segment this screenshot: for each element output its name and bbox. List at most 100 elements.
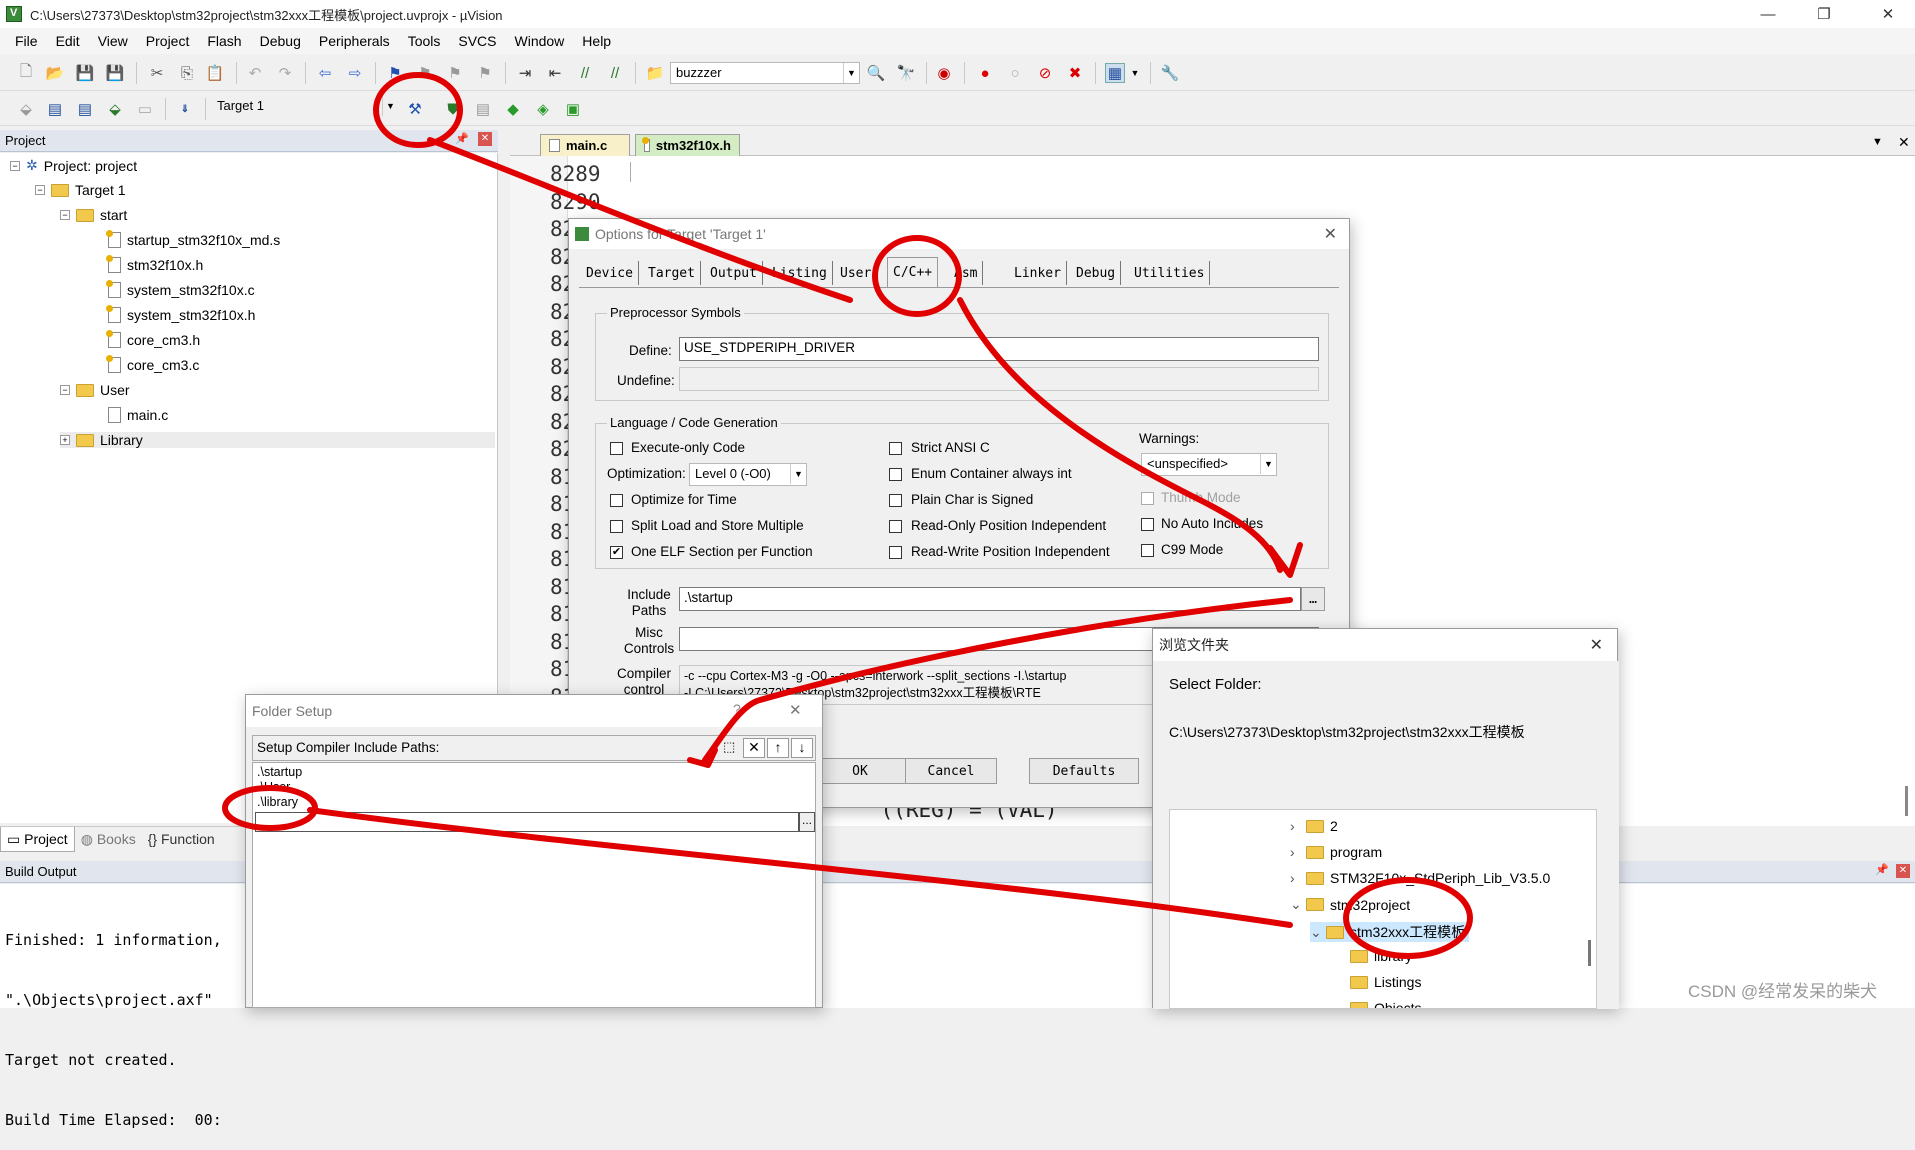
tree-file[interactable]: core_cm3.h xyxy=(106,330,200,348)
execute-only-checkbox[interactable] xyxy=(610,442,623,455)
move-down-icon[interactable]: ↓ xyxy=(791,738,813,758)
one-elf-checkbox[interactable]: ✔ xyxy=(610,546,623,559)
include-path-list[interactable]: .\startup .\User .\library ... xyxy=(252,762,816,1008)
folder-tree-item[interactable]: library xyxy=(1350,948,1412,964)
menu-project[interactable]: Project xyxy=(137,33,199,49)
menu-svcs[interactable]: SVCS xyxy=(449,33,505,49)
close-dialog-icon[interactable]: ✕ xyxy=(1324,224,1337,244)
tree-target[interactable]: − Target 1 xyxy=(35,182,126,198)
include-path-item[interactable]: .\User xyxy=(257,780,290,794)
chevron-down-icon[interactable]: ▼ xyxy=(1260,454,1276,474)
optimize-time-checkbox[interactable] xyxy=(610,494,623,507)
defaults-button[interactable]: Defaults xyxy=(1029,758,1139,784)
folder-tree-item[interactable]: ⌄ stm32project xyxy=(1290,896,1410,913)
collapse-icon[interactable]: − xyxy=(10,160,20,171)
rwpi-checkbox[interactable] xyxy=(889,546,902,559)
batch-build-icon[interactable]: ⬙ xyxy=(105,99,125,119)
include-paths-field[interactable]: .\startup xyxy=(679,587,1301,611)
tab-project[interactable]: ▭ Project xyxy=(0,827,75,852)
collapse-icon[interactable]: − xyxy=(60,210,70,220)
tree-file[interactable]: system_stm32f10x.c xyxy=(106,280,255,298)
tab-c-cpp[interactable]: C/C++ xyxy=(887,257,939,287)
tree-group-start[interactable]: − start xyxy=(60,207,127,223)
manage-project-items-icon[interactable]: ⛊ xyxy=(443,99,463,119)
ropi-checkbox[interactable] xyxy=(889,520,902,533)
chevron-down-icon[interactable]: ▼ xyxy=(790,464,806,484)
ok-button[interactable]: OK xyxy=(814,758,906,784)
find-combo[interactable]: buzzzer ▼ xyxy=(670,62,860,84)
chevron-right-icon[interactable]: › xyxy=(1290,818,1306,834)
tab-functions[interactable]: {} Function xyxy=(142,827,221,852)
menu-tools[interactable]: Tools xyxy=(399,33,450,49)
cancel-button[interactable]: Cancel xyxy=(905,758,997,784)
browse-button[interactable]: ... xyxy=(799,812,815,832)
cut-icon[interactable]: ✂ xyxy=(147,63,167,83)
optimization-select[interactable]: Level 0 (-O0) ▼ xyxy=(689,463,807,486)
tree-file[interactable]: core_cm3.c xyxy=(106,355,199,373)
menu-window[interactable]: Window xyxy=(506,33,574,49)
stop-build-icon[interactable]: ▭ xyxy=(135,99,155,119)
folder-tree-item[interactable]: › 2 xyxy=(1290,818,1338,834)
delete-path-icon[interactable]: ✕ xyxy=(743,738,765,758)
folder-tree-item-selected[interactable]: ⌄ stm32xxx工程模板 xyxy=(1310,922,1470,942)
pack-installer-icon[interactable]: ◈ xyxy=(533,99,553,119)
close-window-button[interactable]: ✕ xyxy=(1865,0,1911,28)
tree-file[interactable]: system_stm32f10x.h xyxy=(106,305,255,323)
menu-view[interactable]: View xyxy=(89,33,137,49)
tree-scrollbar[interactable] xyxy=(1588,940,1591,966)
warnings-select[interactable]: <unspecified> ▼ xyxy=(1141,453,1277,476)
tree-file[interactable]: stm32f10x.h xyxy=(106,255,203,273)
chevron-down-icon[interactable]: ▼ xyxy=(382,96,398,116)
undo-icon[interactable]: ↶ xyxy=(245,63,265,83)
window-layout-dropdown-icon[interactable]: ▼ xyxy=(1125,63,1145,83)
new-path-icon[interactable]: ⬚ xyxy=(723,739,743,757)
target-combo[interactable]: Target 1 ▼ xyxy=(212,96,395,118)
tab-list-dropdown-icon[interactable]: ▼ xyxy=(1872,136,1883,148)
tab-listing[interactable]: Listing xyxy=(767,261,833,285)
pin-icon[interactable]: 📌 xyxy=(455,132,469,145)
event-recorder-icon[interactable]: ▣ xyxy=(563,99,583,119)
close-panel-icon[interactable]: ✕ xyxy=(478,132,492,146)
editor-scrollbar[interactable] xyxy=(1905,786,1908,816)
collapse-icon[interactable]: − xyxy=(60,385,70,395)
move-up-icon[interactable]: ↑ xyxy=(767,738,789,758)
paste-icon[interactable]: 📋 xyxy=(205,63,225,83)
uncomment-icon[interactable]: // xyxy=(605,63,625,83)
close-tab-icon[interactable]: ✕ xyxy=(1898,134,1910,151)
chevron-down-icon[interactable]: ⌄ xyxy=(1290,896,1306,913)
chevron-right-icon[interactable]: › xyxy=(1290,870,1306,886)
maximize-button[interactable]: ❐ xyxy=(1801,0,1847,28)
tab-debug[interactable]: Debug xyxy=(1071,261,1122,285)
clear-bookmarks-icon[interactable]: ⚑ xyxy=(475,63,495,83)
manage-rte-icon[interactable]: ◆ xyxy=(503,99,523,119)
close-dialog-icon[interactable]: ✕ xyxy=(1590,635,1603,655)
tab-books[interactable]: ◍ Books xyxy=(75,827,142,852)
tree-group-library[interactable]: + Library xyxy=(60,432,495,448)
new-file-icon[interactable]: 🗋 xyxy=(16,63,36,83)
c99-mode-checkbox[interactable] xyxy=(1141,544,1154,557)
chevron-down-icon[interactable]: ▼ xyxy=(843,63,859,83)
unindent-icon[interactable]: ⇤ xyxy=(545,63,565,83)
select-packs-icon[interactable]: ▤ xyxy=(473,99,493,119)
include-path-item[interactable]: .\startup xyxy=(257,765,302,779)
tab-asm[interactable]: Asm xyxy=(949,261,984,285)
rebuild-icon[interactable]: ▤ xyxy=(75,99,95,119)
window-layout-icon[interactable]: ▦ xyxy=(1105,63,1125,83)
bookmark-icon[interactable]: ⚑ xyxy=(385,63,405,83)
split-load-checkbox[interactable] xyxy=(610,520,623,533)
close-dialog-icon[interactable]: ✕ xyxy=(789,701,802,719)
tab-main-c[interactable]: main.c xyxy=(540,134,630,156)
expand-icon[interactable]: + xyxy=(60,435,70,445)
include-path-edit-field[interactable] xyxy=(255,812,799,832)
include-path-item[interactable]: .\library xyxy=(257,795,298,809)
chevron-down-icon[interactable]: ⌄ xyxy=(1310,924,1326,941)
tab-output[interactable]: Output xyxy=(705,261,763,285)
folder-tree-item[interactable]: › STM32F10x_StdPeriph_Lib_V3.5.0 xyxy=(1290,870,1550,886)
thumb-mode-checkbox[interactable] xyxy=(1141,492,1154,505)
indent-icon[interactable]: ⇥ xyxy=(515,63,535,83)
undefine-field[interactable] xyxy=(679,367,1319,391)
configure-icon[interactable]: 🔧 xyxy=(1160,63,1180,83)
close-panel-icon[interactable]: ✕ xyxy=(1896,864,1910,878)
chevron-right-icon[interactable]: › xyxy=(1290,844,1306,860)
menu-flash[interactable]: Flash xyxy=(198,33,250,49)
